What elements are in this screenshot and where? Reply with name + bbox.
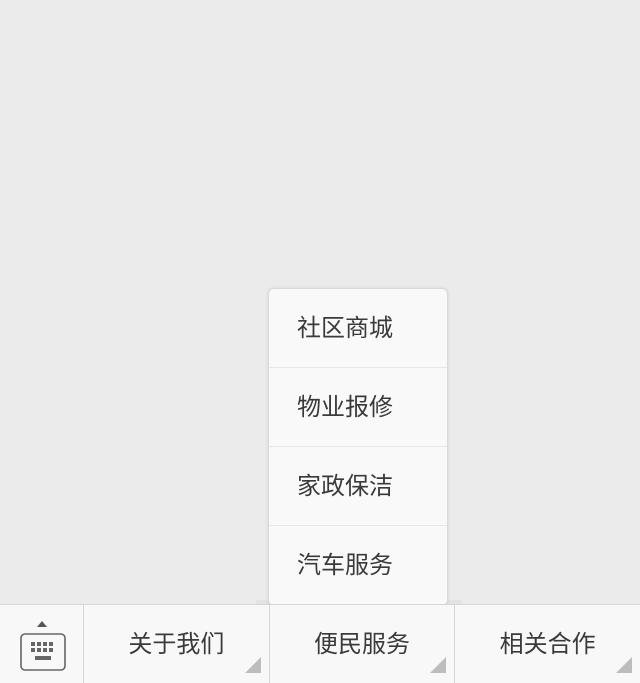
submenu-popup: 社区商城 物业报修 家政保洁 汽车服务: [268, 288, 448, 606]
menu-button-label: 便民服务: [314, 630, 410, 658]
menu-button-convenience-services[interactable]: 便民服务: [270, 605, 456, 683]
keyboard-switch-button[interactable]: [0, 605, 84, 683]
caret-up-icon: [37, 621, 47, 627]
menu-button-label: 相关合作: [499, 630, 596, 658]
menu-button-about-us[interactable]: 关于我们: [84, 605, 270, 683]
keyboard-icon: [20, 633, 66, 671]
bottom-menu-bar: 关于我们 便民服务 相关合作: [0, 604, 640, 683]
menu-button-label: 关于我们: [128, 630, 225, 658]
submenu-indicator-icon: [616, 657, 633, 673]
submenu-indicator-icon: [430, 657, 447, 673]
submenu-item-housekeeping[interactable]: 家政保洁: [269, 447, 447, 526]
submenu-item-property-repair[interactable]: 物业报修: [269, 368, 447, 447]
menu-button-cooperation[interactable]: 相关合作: [455, 605, 640, 683]
submenu-item-community-mall[interactable]: 社区商城: [269, 289, 447, 368]
submenu-indicator-icon: [244, 657, 261, 673]
submenu-item-car-service[interactable]: 汽车服务: [269, 526, 447, 605]
